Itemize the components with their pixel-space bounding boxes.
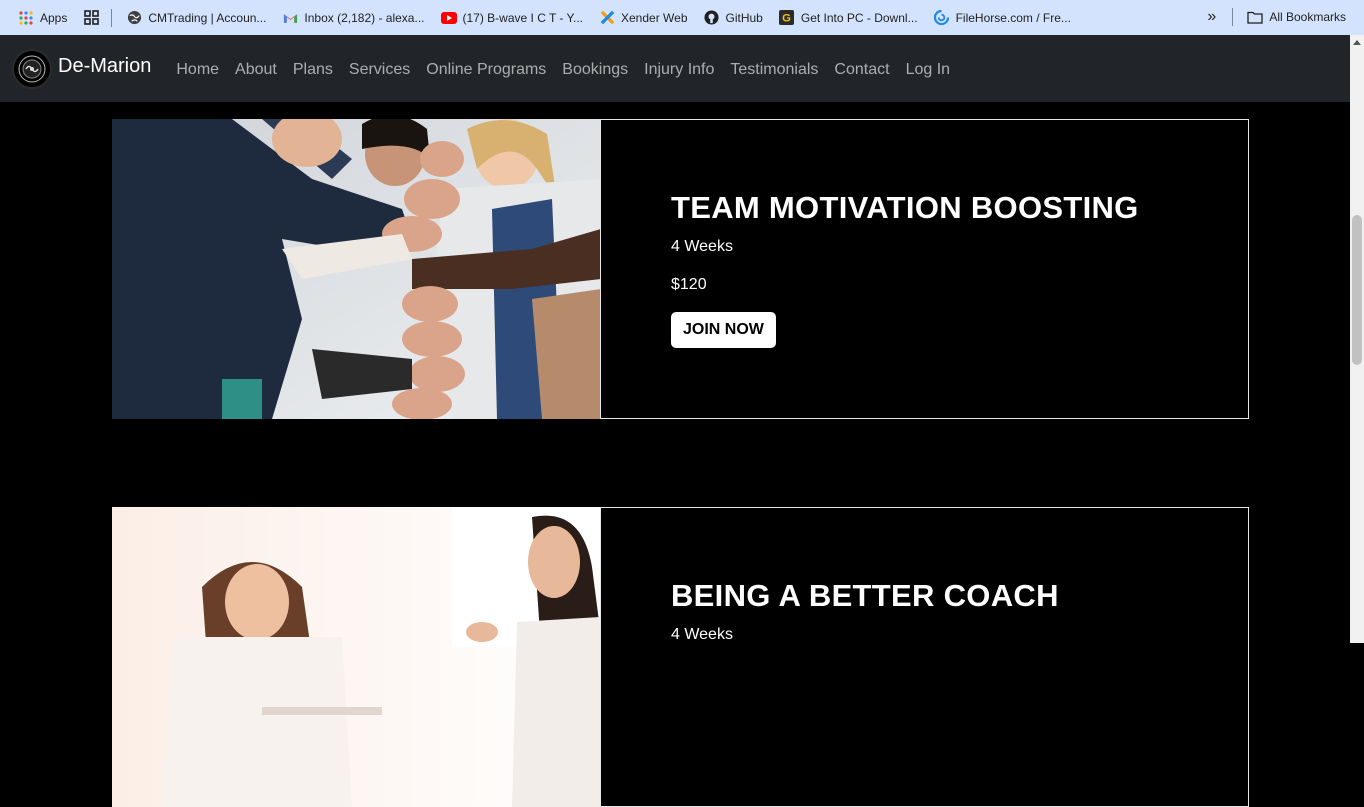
- bookmarks-divider: [111, 8, 113, 27]
- bookmark-label: Inbox (2,182) - alexa...: [304, 10, 425, 25]
- nav-link-about[interactable]: About: [227, 61, 285, 79]
- nav-link-testimonials[interactable]: Testimonials: [722, 61, 826, 79]
- filehorse-icon: [934, 10, 950, 26]
- chevron-double-right-icon: »: [1207, 8, 1217, 25]
- nav-link-online-programs[interactable]: Online Programs: [418, 61, 554, 79]
- globe-icon: [126, 10, 142, 26]
- folder-icon: [1247, 9, 1263, 25]
- bookmark-label: FileHorse.com / Fre...: [955, 10, 1071, 25]
- bookmark-cmtrading[interactable]: CMTrading | Accoun...: [118, 4, 274, 32]
- bookmarks-divider: [1232, 8, 1234, 26]
- nav-link-contact[interactable]: Contact: [826, 61, 897, 79]
- nav-link-services[interactable]: Services: [341, 61, 418, 79]
- join-now-button[interactable]: JOIN NOW: [671, 312, 776, 348]
- plan-card: TEAM MOTIVATION BOOSTING 4 Weeks $120 JO…: [112, 119, 1249, 419]
- grid-icon: [83, 10, 99, 26]
- apps-icon: [18, 10, 34, 26]
- all-bookmarks-label: All Bookmarks: [1269, 10, 1346, 24]
- all-bookmarks-button[interactable]: All Bookmarks: [1239, 3, 1354, 31]
- nav-link-home[interactable]: Home: [168, 61, 227, 79]
- bookmark-github[interactable]: GitHub: [696, 4, 771, 32]
- bookmark-xender[interactable]: Xender Web: [591, 4, 696, 32]
- bookmark-apps[interactable]: Apps: [0, 4, 75, 32]
- plan-title: BEING A BETTER COACH: [671, 578, 1059, 613]
- bookmark-label: Apps: [40, 10, 68, 25]
- bookmark-label: (17) B-wave I C T - Y...: [462, 10, 584, 25]
- nav-link-bookings[interactable]: Bookings: [554, 61, 636, 79]
- plan-duration: 4 Weeks: [671, 238, 733, 255]
- bookmarks-bar: Apps CMTrading | Accoun... Inbox (2,182)…: [0, 0, 1364, 35]
- getintopc-icon: G: [779, 10, 795, 26]
- bookmark-filehorse[interactable]: FileHorse.com / Fre...: [926, 4, 1079, 32]
- bookmark-label: GitHub: [725, 10, 763, 25]
- bookmarks-right: » All Bookmarks: [1197, 3, 1354, 31]
- plan-price: $120: [671, 276, 707, 293]
- bookmarks-overflow-button[interactable]: »: [1197, 3, 1226, 31]
- plan-duration: 4 Weeks: [671, 626, 733, 643]
- bookmark-label: CMTrading | Accoun...: [148, 10, 267, 25]
- brand-link[interactable]: De-Marion: [12, 48, 152, 89]
- plan-image-team-hands: [112, 119, 601, 419]
- page-scrollbar[interactable]: [1350, 35, 1364, 643]
- svg-text:G: G: [782, 13, 791, 25]
- scroll-up-arrow-icon[interactable]: [1353, 40, 1361, 45]
- bookmark-label: Xender Web: [621, 10, 688, 25]
- plan-title: TEAM MOTIVATION BOOSTING: [671, 190, 1139, 225]
- youtube-icon: [440, 10, 457, 26]
- site-navbar: De-Marion Home About Plans Services Onli…: [0, 35, 1350, 102]
- nav-link-plans[interactable]: Plans: [285, 61, 341, 79]
- scrollbar-thumb[interactable]: [1352, 215, 1362, 365]
- plan-image-coaching: [112, 507, 601, 807]
- bookmark-grid[interactable]: [77, 4, 105, 32]
- bookmark-label: Get Into PC - Downl...: [800, 10, 918, 25]
- plan-card: BEING A BETTER COACH 4 Weeks: [112, 507, 1249, 807]
- brand-logo: [12, 48, 52, 89]
- gmail-icon: [282, 10, 298, 26]
- bookmark-gmail[interactable]: Inbox (2,182) - alexa...: [274, 4, 432, 32]
- xender-icon: [599, 10, 615, 26]
- plan-body: BEING A BETTER COACH 4 Weeks: [671, 578, 1059, 644]
- nav-link-log-in[interactable]: Log In: [898, 61, 958, 79]
- nav-link-injury-info[interactable]: Injury Info: [636, 61, 722, 79]
- plan-body: TEAM MOTIVATION BOOSTING 4 Weeks $120 JO…: [671, 190, 1139, 348]
- nav-links: Home About Plans Services Online Program…: [168, 61, 958, 79]
- bookmark-youtube[interactable]: (17) B-wave I C T - Y...: [433, 4, 592, 32]
- github-icon: [704, 10, 720, 26]
- brand-logo-icon: [18, 55, 46, 82]
- brand-name: De-Marion: [58, 55, 152, 77]
- bookmark-getintopc[interactable]: G Get Into PC - Downl...: [771, 4, 926, 32]
